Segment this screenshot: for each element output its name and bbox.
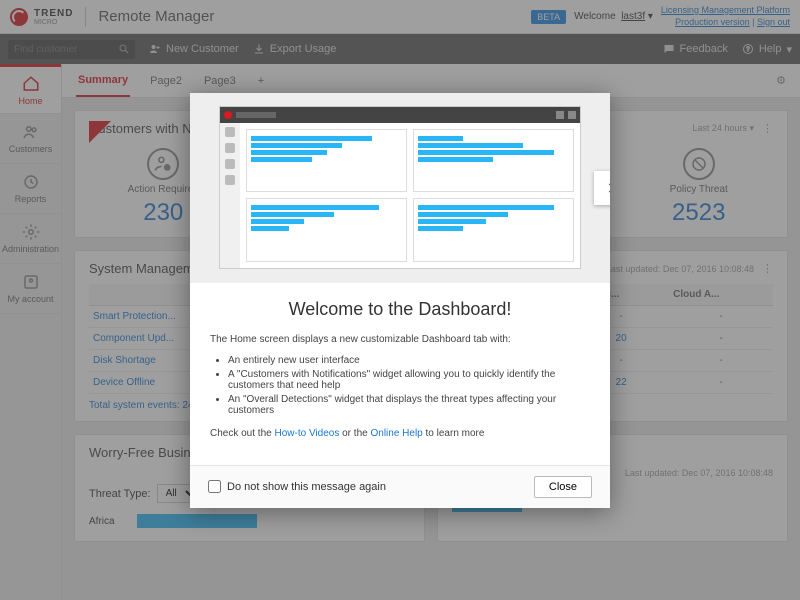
welcome-modal: Welcome to the Dashboard! The Home scree… xyxy=(190,93,610,508)
howto-link[interactable]: How-to Videos xyxy=(274,428,339,439)
help-link[interactable]: Online Help xyxy=(370,428,422,439)
close-button[interactable]: Close xyxy=(534,476,592,498)
modal-preview-image xyxy=(190,93,610,283)
modal-bullets: An entirely new user interfaceA "Custome… xyxy=(228,355,590,416)
chevron-right-icon xyxy=(604,181,610,195)
dont-show-checkbox[interactable] xyxy=(208,480,221,493)
dont-show-label: Do not show this message again xyxy=(227,481,386,493)
modal-intro: The Home screen displays a new customiza… xyxy=(210,332,590,347)
next-button[interactable] xyxy=(594,171,610,205)
modal-title: Welcome to the Dashboard! xyxy=(210,299,590,320)
modal-overlay: Welcome to the Dashboard! The Home scree… xyxy=(0,0,800,600)
modal-links-line: Check out the How-to Videos or the Onlin… xyxy=(210,426,590,441)
